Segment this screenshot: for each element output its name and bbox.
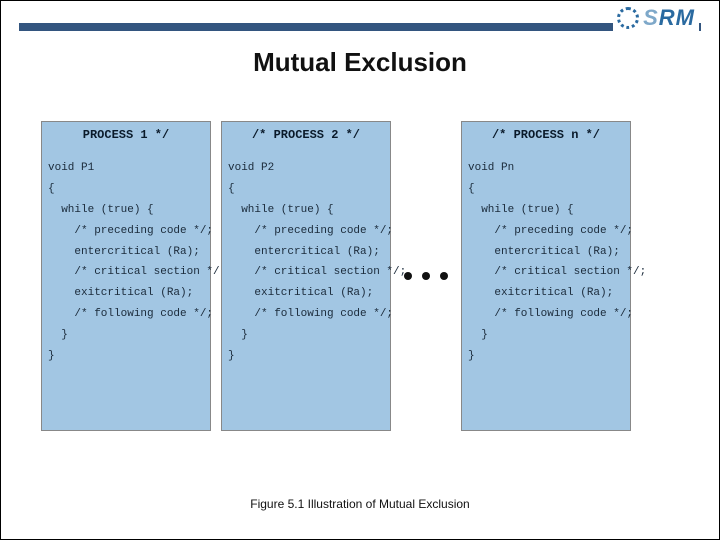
srm-logo: SRM — [613, 5, 699, 31]
slide-title: Mutual Exclusion — [1, 47, 719, 78]
logo-text-light: S — [643, 5, 659, 31]
header-divider — [19, 23, 701, 31]
panel-header: /* PROCESS 2 */ — [228, 128, 384, 142]
slide: SRM Mutual Exclusion PROCESS 1 */ void P… — [0, 0, 720, 540]
gear-icon — [617, 7, 639, 29]
figure-caption: Figure 5.1 Illustration of Mutual Exclus… — [1, 497, 719, 511]
process-panel-n: /* PROCESS n */ void Pn { while (true) {… — [461, 121, 631, 431]
code-panels: PROCESS 1 */ void P1 { while (true) { /*… — [41, 121, 679, 431]
process-panel-2: /* PROCESS 2 */ void P2 { while (true) {… — [221, 121, 391, 431]
logo-text-dark: RM — [659, 5, 695, 31]
dot-icon — [440, 272, 448, 280]
panel-code: void P2 { while (true) { /* preceding co… — [228, 158, 384, 367]
process-panel-1: PROCESS 1 */ void P1 { while (true) { /*… — [41, 121, 211, 431]
dot-icon — [422, 272, 430, 280]
ellipsis-icon — [401, 272, 451, 280]
panel-header: PROCESS 1 */ — [48, 128, 204, 142]
dot-icon — [404, 272, 412, 280]
panel-header: /* PROCESS n */ — [468, 128, 624, 142]
panel-code: void Pn { while (true) { /* preceding co… — [468, 158, 624, 367]
panel-code: void P1 { while (true) { /* preceding co… — [48, 158, 204, 367]
